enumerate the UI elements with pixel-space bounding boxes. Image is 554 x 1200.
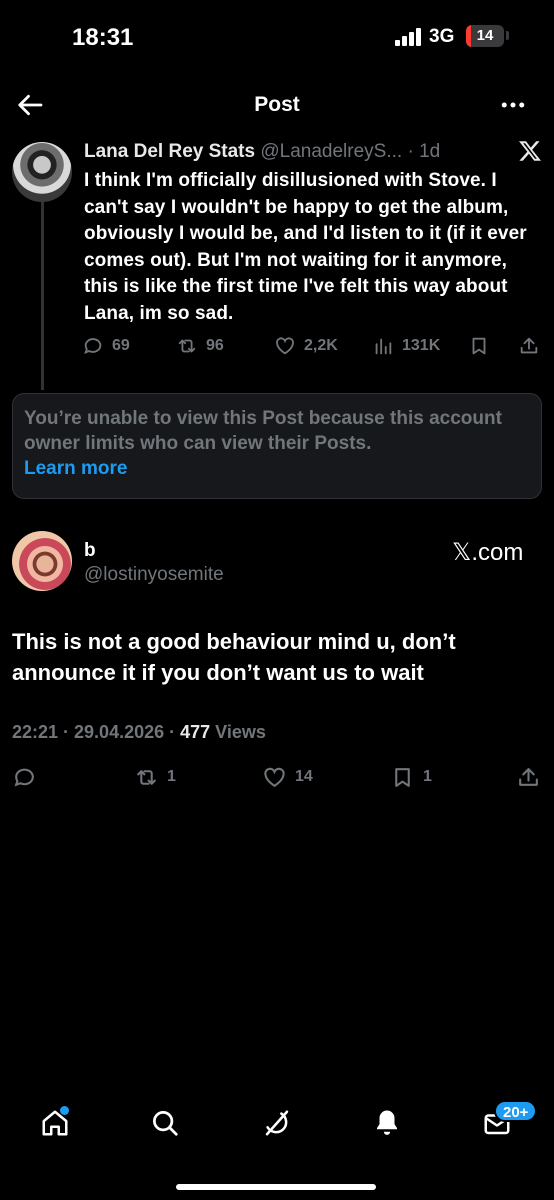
like-button[interactable]: 14 bbox=[262, 764, 313, 790]
post-datetime: 22:21 · 29.04.2026 · bbox=[12, 722, 181, 742]
source-label: 𝕏.com bbox=[452, 539, 524, 566]
repost-count: 1 bbox=[167, 768, 176, 785]
home-indicator bbox=[176, 1184, 376, 1190]
network-type: 3G bbox=[429, 26, 455, 47]
share-icon bbox=[519, 767, 538, 786]
learn-more-link[interactable]: Learn more bbox=[24, 456, 530, 481]
heart-icon bbox=[275, 337, 295, 355]
quoted-post-text: I think I'm officially disillusioned wit… bbox=[84, 170, 527, 324]
unavailable-post-notice: You’re unable to view this Post because … bbox=[12, 393, 542, 499]
notifications-icon bbox=[377, 1110, 397, 1135]
views-count: 477 bbox=[180, 722, 211, 742]
battery-cap bbox=[506, 31, 509, 40]
bookmark-count: 1 bbox=[423, 768, 432, 785]
notification-dot bbox=[60, 1106, 69, 1115]
views-count: 131K bbox=[402, 337, 441, 354]
repost-count: 96 bbox=[206, 337, 224, 354]
views-button[interactable]: 131K bbox=[372, 333, 440, 359]
grok-icon bbox=[265, 1110, 289, 1136]
bookmark-icon bbox=[472, 337, 486, 355]
reply-button[interactable] bbox=[12, 764, 37, 790]
views-label: Views bbox=[210, 722, 266, 742]
reply-count: 69 bbox=[112, 337, 130, 354]
status-time: 18:31 bbox=[72, 24, 134, 51]
messages-badge: 20+ bbox=[494, 1100, 538, 1122]
share-icon bbox=[520, 337, 538, 354]
like-count: 2,2K bbox=[304, 337, 338, 354]
page-title: Post bbox=[254, 93, 300, 116]
more-horizontal-icon bbox=[501, 102, 525, 108]
heart-icon bbox=[264, 767, 285, 787]
post-text: This is not a good behaviour mind u, don… bbox=[12, 629, 456, 685]
repost-icon bbox=[137, 769, 156, 785]
bookmark-button[interactable] bbox=[468, 333, 490, 359]
reply-button[interactable]: 69 bbox=[82, 333, 130, 359]
views-icon bbox=[375, 338, 392, 355]
post-header: Post bbox=[0, 80, 554, 130]
unavailable-text: You’re unable to view this Post because … bbox=[24, 408, 502, 454]
author-handle[interactable]: @lostinyosemite bbox=[84, 564, 224, 586]
thread-line bbox=[41, 192, 44, 390]
post-meta: 22:21 · 29.04.2026 · 477 Views bbox=[12, 722, 266, 743]
search-icon bbox=[153, 1111, 178, 1136]
author-handle[interactable]: @LanadelreyS... bbox=[260, 141, 402, 162]
status-bar: 18:31 3G 14 bbox=[0, 0, 554, 72]
bookmark-button[interactable]: 1 bbox=[390, 764, 432, 790]
repost-icon bbox=[178, 339, 196, 353]
author-name[interactable]: b bbox=[84, 540, 96, 562]
more-button[interactable] bbox=[498, 90, 528, 120]
battery-level: 14 bbox=[476, 27, 494, 44]
signal-icon bbox=[395, 28, 423, 46]
bottom-nav: 20+ bbox=[0, 1100, 554, 1154]
battery-icon: 14 bbox=[466, 25, 504, 47]
x-logo-icon bbox=[518, 139, 542, 163]
like-button[interactable]: 2,2K bbox=[274, 333, 338, 359]
share-button[interactable] bbox=[518, 333, 540, 359]
post-actions: 1 14 1 bbox=[0, 764, 554, 792]
author-name[interactable]: Lana Del Rey Stats bbox=[84, 141, 255, 162]
nav-notifications[interactable] bbox=[372, 1108, 406, 1142]
bookmark-icon bbox=[395, 767, 410, 787]
post-time: · 1d bbox=[407, 141, 441, 162]
quoted-post-actions: 69 96 2,2K 131K bbox=[0, 333, 554, 359]
avatar[interactable] bbox=[12, 531, 72, 591]
reply-icon bbox=[84, 338, 102, 354]
nav-home[interactable] bbox=[40, 1106, 74, 1142]
avatar[interactable] bbox=[12, 142, 72, 202]
like-count: 14 bbox=[295, 768, 313, 785]
repost-button[interactable]: 96 bbox=[176, 333, 224, 359]
repost-button[interactable]: 1 bbox=[134, 764, 176, 790]
quoted-post-header: Lana Del Rey Stats @LanadelreyS... · 1d bbox=[84, 141, 484, 163]
nav-grok[interactable] bbox=[262, 1108, 296, 1142]
share-button[interactable] bbox=[516, 764, 541, 790]
nav-search[interactable] bbox=[150, 1108, 184, 1142]
reply-icon bbox=[14, 768, 34, 787]
